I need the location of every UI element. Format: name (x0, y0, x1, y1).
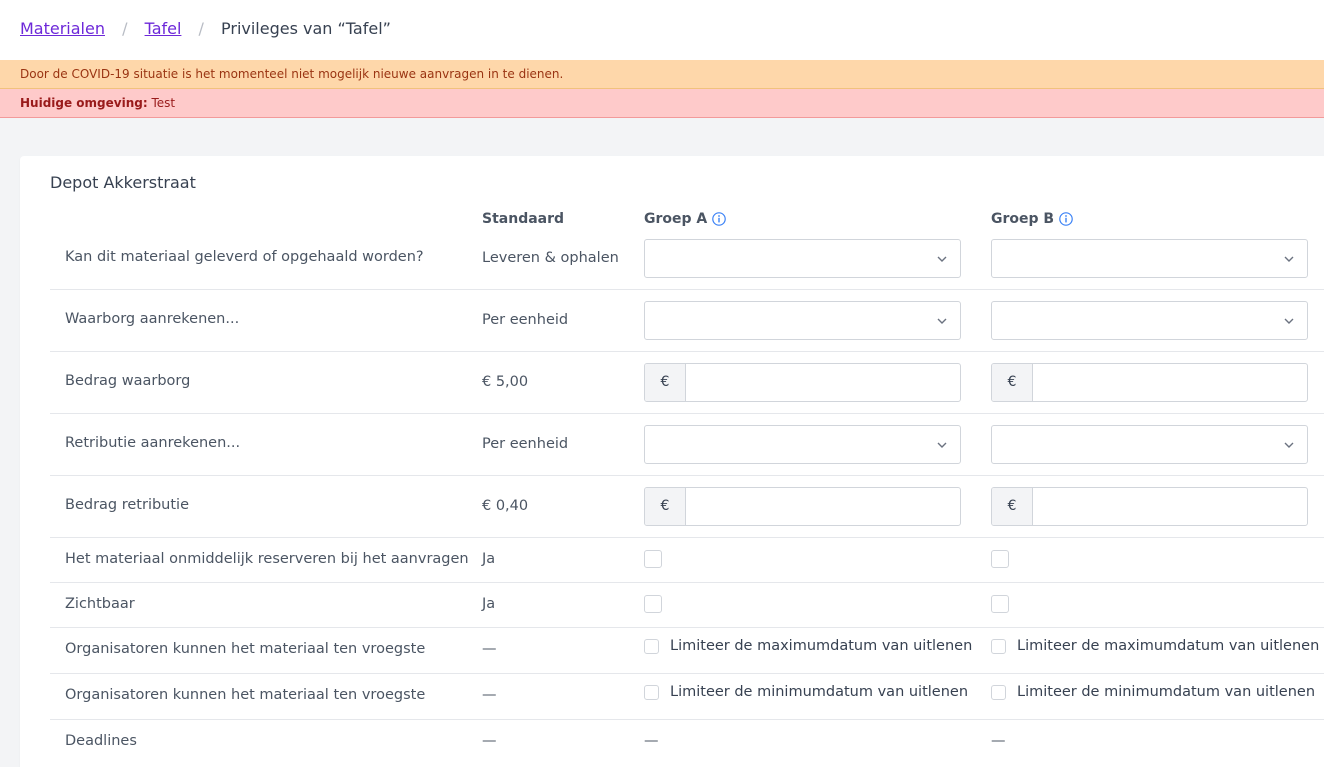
deposit-amount-input-group-b[interactable]: € (991, 363, 1308, 402)
chevron-down-icon (1284, 442, 1294, 448)
deposit-charge-select-group-a[interactable] (644, 301, 961, 340)
row-label-deposit-amount: Bedrag waarborg (65, 373, 191, 389)
limit-min-date-checkbox-group-a[interactable] (644, 685, 659, 700)
chevron-down-icon (937, 256, 947, 262)
covid-alert: Door de COVID-19 situatie is het momente… (0, 60, 1324, 89)
column-header-standard: Standaard (482, 211, 564, 227)
limit-max-date-label-group-a: Limiteer de maximumdatum van uitlenen (670, 638, 973, 654)
environment-label: Huidige omgeving: (20, 96, 148, 110)
row-divider (50, 289, 1324, 290)
chevron-down-icon (937, 442, 947, 448)
breadcrumb-link-materialen[interactable]: Materialen (20, 19, 105, 38)
row-standard-deadlines: — (482, 733, 497, 749)
currency-prefix: € (992, 364, 1033, 401)
row-standard-min-date: — (482, 687, 497, 703)
row-label-max-date: Organisatoren kunnen het materiaal ten v… (65, 641, 426, 657)
fee-amount-field-group-b[interactable] (1034, 488, 1307, 525)
info-icon[interactable] (1059, 212, 1073, 226)
row-label-visible: Zichtbaar (65, 596, 135, 612)
chevron-down-icon (1284, 318, 1294, 324)
fee-charge-select-group-b[interactable] (991, 425, 1308, 464)
row-label-deposit-charge: Waarborg aanrekenen... (65, 311, 240, 327)
column-header-group-a-label: Groep A (644, 211, 708, 227)
deadlines-group-b: — (991, 733, 1006, 749)
limit-max-date-label-group-b: Limiteer de maximumdatum van uitlenen (1017, 638, 1320, 654)
row-divider (50, 673, 1324, 674)
row-label-fee-amount: Bedrag retributie (65, 497, 190, 513)
currency-prefix: € (645, 364, 686, 401)
row-label-deadlines: Deadlines (65, 733, 137, 749)
breadcrumb-link-tafel[interactable]: Tafel (145, 19, 182, 38)
fee-charge-select-group-a[interactable] (644, 425, 961, 464)
card-title: Depot Akkerstraat (50, 173, 196, 192)
column-header-group-b: Groep B (991, 211, 1073, 227)
row-standard-fee-charge: Per eenheid (482, 436, 569, 452)
delivery-select-group-a[interactable] (644, 239, 961, 278)
breadcrumb-separator: / (122, 19, 128, 38)
delivery-select-group-b[interactable] (991, 239, 1308, 278)
limit-min-date-checkbox-group-b[interactable] (991, 685, 1006, 700)
limit-max-date-checkbox-group-b[interactable] (991, 639, 1006, 654)
row-divider (50, 413, 1324, 414)
row-divider (50, 719, 1324, 720)
deposit-amount-field-group-a[interactable] (687, 364, 960, 401)
row-standard-reserve-immediately: Ja (482, 551, 496, 567)
row-label-min-date: Organisatoren kunnen het materiaal ten v… (65, 687, 426, 703)
visible-checkbox-group-a[interactable] (644, 595, 662, 613)
chevron-down-icon (937, 318, 947, 324)
visible-checkbox-group-b[interactable] (991, 595, 1009, 613)
column-header-standard-label: Standaard (482, 211, 565, 227)
column-header-group-a: Groep A (644, 211, 727, 227)
currency-prefix: € (645, 488, 686, 525)
fee-amount-input-group-b[interactable]: € (991, 487, 1308, 526)
row-standard-max-date: — (482, 641, 497, 657)
chevron-down-icon (1284, 256, 1294, 262)
environment-value: Test (151, 96, 176, 110)
top-bar: Materialen / Tafel / Privileges van “Taf… (0, 0, 1324, 60)
deposit-charge-select-group-b[interactable] (991, 301, 1308, 340)
row-label-delivery: Kan dit materiaal geleverd of opgehaald … (65, 249, 424, 265)
deadlines-group-a: — (644, 733, 659, 749)
row-standard-visible: Ja (482, 596, 496, 612)
deposit-amount-input-group-a[interactable]: € (644, 363, 961, 402)
row-standard-fee-amount: € 0,40 (482, 498, 529, 514)
fee-amount-field-group-a[interactable] (687, 488, 960, 525)
deposit-amount-field-group-b[interactable] (1034, 364, 1307, 401)
row-standard-deposit-charge: Per eenheid (482, 312, 569, 328)
info-icon[interactable] (712, 212, 727, 226)
row-standard-delivery: Leveren & ophalen (482, 250, 619, 266)
fee-amount-input-group-a[interactable]: € (644, 487, 961, 526)
row-divider (50, 537, 1324, 538)
row-label-fee-charge: Retributie aanrekenen... (65, 435, 241, 451)
breadcrumb: Materialen / Tafel / Privileges van “Taf… (20, 19, 391, 38)
row-divider (50, 475, 1324, 476)
row-divider (50, 351, 1324, 352)
limit-max-date-checkbox-group-a[interactable] (644, 639, 659, 654)
row-divider (50, 582, 1324, 583)
breadcrumb-current: Privileges van “Tafel” (221, 19, 391, 38)
environment-alert: Huidige omgeving: Test (0, 89, 1324, 118)
row-label-reserve-immediately: Het materiaal onmiddelijk reserveren bij… (65, 551, 469, 567)
row-standard-deposit-amount: € 5,00 (482, 374, 529, 390)
column-header-group-b-label: Groep B (991, 211, 1055, 227)
breadcrumb-separator: / (198, 19, 204, 38)
row-divider (50, 627, 1324, 628)
currency-prefix: € (992, 488, 1033, 525)
reserve-immediately-checkbox-group-a[interactable] (644, 550, 662, 568)
limit-min-date-label-group-b: Limiteer de minimumdatum van uitlenen (1017, 684, 1316, 700)
reserve-immediately-checkbox-group-b[interactable] (991, 550, 1009, 568)
limit-min-date-label-group-a: Limiteer de minimumdatum van uitlenen (670, 684, 969, 700)
